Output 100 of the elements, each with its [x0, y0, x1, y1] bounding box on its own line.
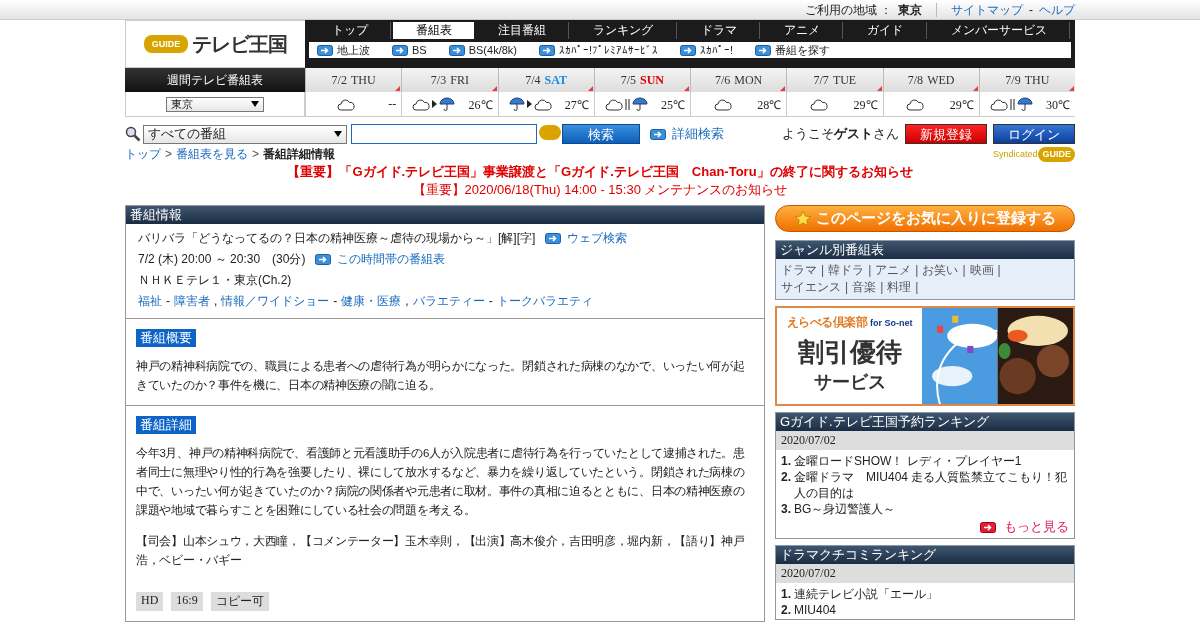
breadcrumb-current: 番組詳細情報	[263, 145, 336, 163]
genre-link[interactable]: 料理	[887, 279, 912, 296]
caret-icon	[251, 101, 259, 107]
ad-subline: サービス	[813, 371, 886, 394]
subnav-link[interactable]: 地上波	[317, 42, 370, 58]
genre-link[interactable]: 映画	[969, 262, 994, 279]
day-header[interactable]: 7/5 SUN	[593, 68, 690, 92]
temperature: 28℃	[757, 96, 782, 113]
day-header[interactable]: 7/3 FRI	[401, 68, 498, 92]
genre-link[interactable]: 情報／ワイドショー	[221, 293, 330, 310]
genre-joiner: -	[488, 293, 493, 310]
nav-tab[interactable]: 注目番組	[475, 22, 570, 39]
weekly-title: 週間テレビ番組表	[125, 68, 305, 92]
section-label: 番組詳細	[136, 416, 196, 434]
genre-separator: ,	[214, 293, 218, 310]
divider-icon	[624, 98, 630, 110]
genre-link[interactable]: トークバラエティ	[496, 293, 593, 310]
umbrella-icon	[1016, 97, 1033, 111]
ranking-link[interactable]: BG～身辺警護人～	[794, 501, 896, 517]
subnav-link[interactable]: BS	[392, 44, 427, 56]
temperature: 25℃	[661, 96, 685, 113]
corner-mark	[1069, 86, 1074, 91]
nav-tab[interactable]: ガイド	[845, 22, 927, 39]
temperature: 30℃	[1046, 96, 1070, 113]
subnav-link[interactable]: 番組を探す	[755, 42, 831, 58]
timetable-link[interactable]: この時間帯の番組表	[315, 251, 446, 268]
genre-link[interactable]: お笑い	[922, 262, 959, 279]
section-label: 番組概要	[136, 329, 196, 347]
syndicated-text: Syndicated	[992, 149, 1038, 159]
nav-tab[interactable]: ドラマ	[678, 22, 760, 39]
ranking-link[interactable]: 連続テレビ小説「エール」	[794, 586, 938, 602]
genre-separator: |	[962, 262, 966, 279]
cloud-icon	[809, 97, 828, 111]
genre-link[interactable]: 福祉	[138, 293, 162, 310]
subnav-link[interactable]: ｽｶﾊﾟｰ!	[680, 44, 734, 56]
umbrella-icon	[508, 97, 525, 111]
notice-link[interactable]: 【重要】「Gガイド.テレビ王国」事業譲渡と「Gガイド.テレビ王国 Chan-Toru」の終了に関するお知らせ	[125, 163, 1075, 181]
day-header[interactable]: 7/6 MON	[690, 68, 787, 92]
day-header[interactable]: 7/7 TUE	[786, 68, 883, 92]
divider-icon	[1009, 98, 1015, 110]
web-search-link[interactable]: ウェブ検索	[545, 230, 628, 247]
nav-tab[interactable]: 番組表	[393, 22, 474, 39]
category-select[interactable]: すべての番組	[143, 124, 347, 144]
genre-joiner: -	[333, 293, 338, 310]
caret-icon	[334, 131, 342, 137]
genre-link[interactable]: アニメ	[875, 262, 912, 279]
subnav-link[interactable]: BS(4k/8k)	[448, 44, 517, 56]
breadcrumb-link[interactable]: トップ	[125, 145, 161, 163]
genre-joiner: -	[166, 293, 170, 310]
ad-brand-suffix: for So-net	[870, 318, 913, 328]
genre-separator: |	[915, 262, 919, 279]
link-separator: -	[1029, 3, 1033, 17]
genre-separator: |	[880, 279, 884, 296]
temperature: 29℃	[949, 96, 974, 113]
register-button[interactable]: 新規登録	[905, 124, 987, 144]
box-header: Gガイド.テレビ王国予約ランキング	[776, 413, 1074, 431]
ad-headline: 割引優待	[797, 336, 902, 369]
more-link[interactable]: もっと見る	[980, 517, 1069, 537]
nav-tab[interactable]: ランキング	[571, 22, 677, 39]
genre-separator: ,	[405, 293, 409, 310]
advanced-search-link[interactable]: 詳細検索	[650, 125, 724, 143]
top-link[interactable]: ヘルプ	[1039, 1, 1075, 19]
nav-tab[interactable]: アニメ	[761, 22, 844, 39]
breadcrumb-link[interactable]: 番組表を見る	[176, 145, 248, 163]
genre-separator: |	[845, 279, 849, 296]
subnav-link[interactable]: ｽｶﾊﾟｰ!ﾌﾟﾚﾐｱﾑｻｰﾋﾞｽ	[539, 44, 659, 56]
genre-link[interactable]: ドラマ	[781, 262, 817, 279]
ranking-link[interactable]: 金曜ロードSHOW！ レディ・プレイヤー1	[794, 453, 1022, 469]
day-header[interactable]: 7/9 THU	[978, 68, 1075, 92]
genre-link[interactable]: バラエティー	[412, 293, 485, 310]
temperature: 29℃	[853, 96, 878, 113]
genre-link[interactable]: 音楽	[852, 279, 877, 296]
notice-link[interactable]: 【重要】2020/06/18(Thu) 14:00 - 15:30 メンテナンスのお知らせ	[125, 181, 1075, 199]
top-link[interactable]: サイトマップ	[951, 1, 1023, 19]
day-header[interactable]: 7/4 SAT	[497, 68, 594, 92]
box-header: ドラマクチコミランキング	[776, 546, 1074, 564]
genre-separator: |	[868, 262, 872, 279]
region-select[interactable]: 東京	[166, 96, 264, 112]
genre-link[interactable]: 健康・医療	[341, 293, 402, 310]
genre-link[interactable]: 障害者	[174, 293, 210, 310]
ranking-link[interactable]: MIU404	[794, 602, 837, 618]
search-button[interactable]: 検索	[562, 124, 640, 144]
nav-tab[interactable]: メンバーサービス	[928, 22, 1070, 39]
nav-tab[interactable]: トップ	[310, 22, 392, 39]
genre-link[interactable]: 韓ドラ	[828, 262, 865, 279]
format-tag: 16:9	[171, 592, 203, 611]
day-header[interactable]: 7/8 WED	[882, 68, 979, 92]
format-tag: コピー可	[210, 592, 269, 611]
temperature: 27℃	[564, 96, 589, 113]
ranking-link[interactable]: 金曜ドラマ MIU404 走る人質監禁立てこもり！犯人の目的は	[794, 469, 1069, 501]
cloud-icon	[533, 97, 552, 111]
cloud-icon	[989, 97, 1008, 111]
day-header[interactable]: 7/2 THU	[305, 68, 402, 92]
rank-number: 1.	[781, 586, 791, 602]
broadcast-time: 7/2 (木) 20:00 ～ 20:30 (30分)	[138, 251, 306, 268]
box-header: ジャンル別番組表	[776, 241, 1074, 259]
genre-link[interactable]: サイエンス	[781, 279, 841, 296]
login-button[interactable]: ログイン	[993, 124, 1075, 144]
ad-brand: えらべる倶楽部	[786, 314, 867, 331]
search-field[interactable]	[351, 124, 537, 144]
